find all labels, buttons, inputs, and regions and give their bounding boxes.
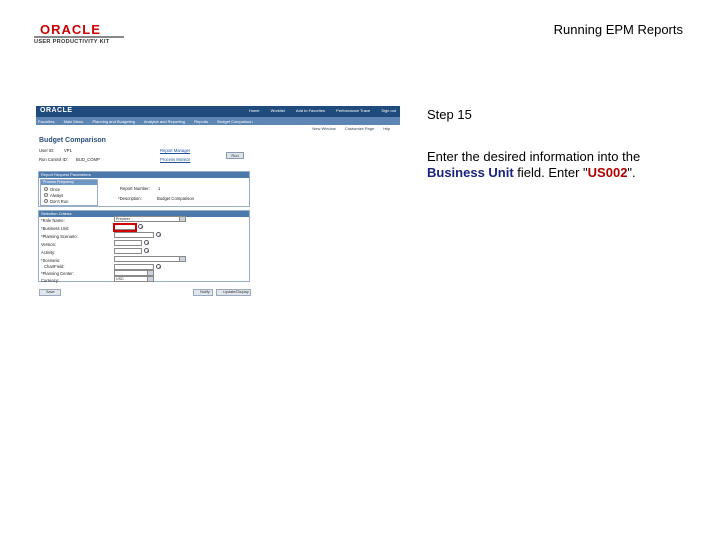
update-display-button[interactable]: Update/Display: [216, 289, 251, 296]
planning-scenario-label: *Planning Scenario:: [41, 234, 78, 239]
app-top-bar: ORACLE Home Worklist Add to Favorites Pe…: [36, 106, 400, 117]
description-value[interactable]: Budget Comparison: [157, 196, 194, 201]
planning-center-label: *Planning Center:: [41, 271, 74, 276]
chartfield-lookup-icon[interactable]: [156, 264, 161, 269]
description-label: *Description:: [118, 196, 142, 201]
new-window-link[interactable]: New Window: [312, 126, 335, 131]
instruction-text-2: field. Enter ": [513, 165, 588, 180]
oracle-upk-logo: ORACLE USER PRODUCTIVITY KIT: [34, 22, 126, 48]
link-add-favorites[interactable]: Add to Favorites: [296, 108, 325, 113]
report-number-value: 1: [158, 186, 161, 191]
version-label: Version:: [41, 242, 57, 247]
document-title: Running EPM Reports: [553, 22, 683, 37]
scenario-label: *Scenario:: [41, 258, 61, 263]
breadcrumb-item[interactable]: Favorites: [38, 119, 54, 124]
version-input[interactable]: [114, 240, 142, 246]
instruction-value: US002: [587, 165, 628, 180]
customize-page-link[interactable]: Customize Page: [345, 126, 374, 131]
upk-wordmark: USER PRODUCTIVITY KIT: [34, 39, 110, 45]
activity-label: Activity:: [41, 250, 56, 255]
breadcrumb-item[interactable]: Budget Comparison: [217, 119, 252, 124]
process-monitor-link[interactable]: Process Monitor: [160, 157, 190, 162]
link-performance-trace[interactable]: Performance Trace: [336, 108, 370, 113]
save-button[interactable]: Save: [39, 289, 61, 296]
instruction-field-name: Business Unit: [427, 165, 514, 180]
link-home[interactable]: Home: [249, 108, 260, 113]
planning-scenario-lookup-icon[interactable]: [156, 232, 161, 237]
radio-dont-run[interactable]: [44, 199, 48, 203]
business-unit-label: *Business Unit:: [41, 226, 70, 231]
currency-select[interactable]: USD: [114, 276, 154, 282]
page-tools: New Window Customize Page http: [304, 126, 390, 131]
scenario-select[interactable]: [114, 256, 186, 262]
user-id-label: User ID:: [39, 148, 55, 153]
app-logo: ORACLE: [40, 107, 73, 114]
run-control-value: BUD_COMP: [76, 157, 100, 162]
role-name-value: Preparer: [116, 217, 130, 221]
chartfield-label: ChartField:: [44, 264, 65, 269]
role-name-label: *Role Name:: [41, 218, 65, 223]
run-button[interactable]: Run: [226, 152, 244, 159]
report-request-header: Report Request Parameters: [39, 172, 249, 178]
radio-once[interactable]: [44, 187, 48, 191]
radio-always-label: Always: [50, 193, 64, 198]
breadcrumb-item[interactable]: Main Menu: [64, 119, 84, 124]
report-number-label: Report Number:: [120, 186, 150, 191]
application-screenshot: ORACLE Home Worklist Add to Favorites Pe…: [36, 106, 400, 298]
page-title: Budget Comparison: [39, 137, 106, 144]
notify-button[interactable]: Notify: [193, 289, 213, 296]
currency-label: Currency:: [41, 278, 60, 283]
breadcrumb-item[interactable]: Analysis and Reporting: [144, 119, 185, 124]
version-lookup-icon[interactable]: [144, 240, 149, 245]
link-sign-out[interactable]: Sign out: [381, 108, 396, 113]
report-manager-link[interactable]: Report Manager: [160, 148, 190, 153]
top-links: Home Worklist Add to Favorites Performan…: [239, 108, 396, 113]
instruction-text-3: ".: [627, 165, 636, 180]
run-control-label: Run Control ID:: [39, 157, 68, 162]
planning-scenario-input[interactable]: [114, 232, 154, 238]
http-link[interactable]: http: [383, 126, 390, 131]
business-unit-highlight: [113, 223, 137, 232]
process-frequency-header: Process Frequency: [41, 180, 97, 185]
currency-value: USD: [116, 277, 124, 281]
radio-once-label: Once: [50, 187, 61, 192]
radio-always[interactable]: [44, 193, 48, 197]
oracle-wordmark: ORACLE: [40, 22, 101, 37]
business-unit-lookup-icon[interactable]: [138, 224, 143, 229]
breadcrumb-item[interactable]: Reports: [194, 119, 208, 124]
step-label: Step 15: [427, 107, 472, 122]
process-frequency-group: Process Frequency: [40, 179, 98, 206]
activity-input[interactable]: [114, 248, 142, 254]
step-instruction: Enter the desired information into the B…: [427, 149, 697, 181]
user-id-value: VP1: [64, 148, 72, 153]
radio-dont-run-label: Don't Run: [50, 199, 69, 204]
activity-lookup-icon[interactable]: [144, 248, 149, 253]
breadcrumb-item[interactable]: Planning and Budgeting: [93, 119, 135, 124]
role-name-select[interactable]: Preparer: [114, 216, 186, 222]
instruction-text-1: Enter the desired information into the: [427, 149, 641, 164]
logo-divider: [34, 36, 124, 38]
link-worklist[interactable]: Worklist: [271, 108, 285, 113]
breadcrumb: Favorites Main Menu Planning and Budgeti…: [36, 117, 400, 125]
